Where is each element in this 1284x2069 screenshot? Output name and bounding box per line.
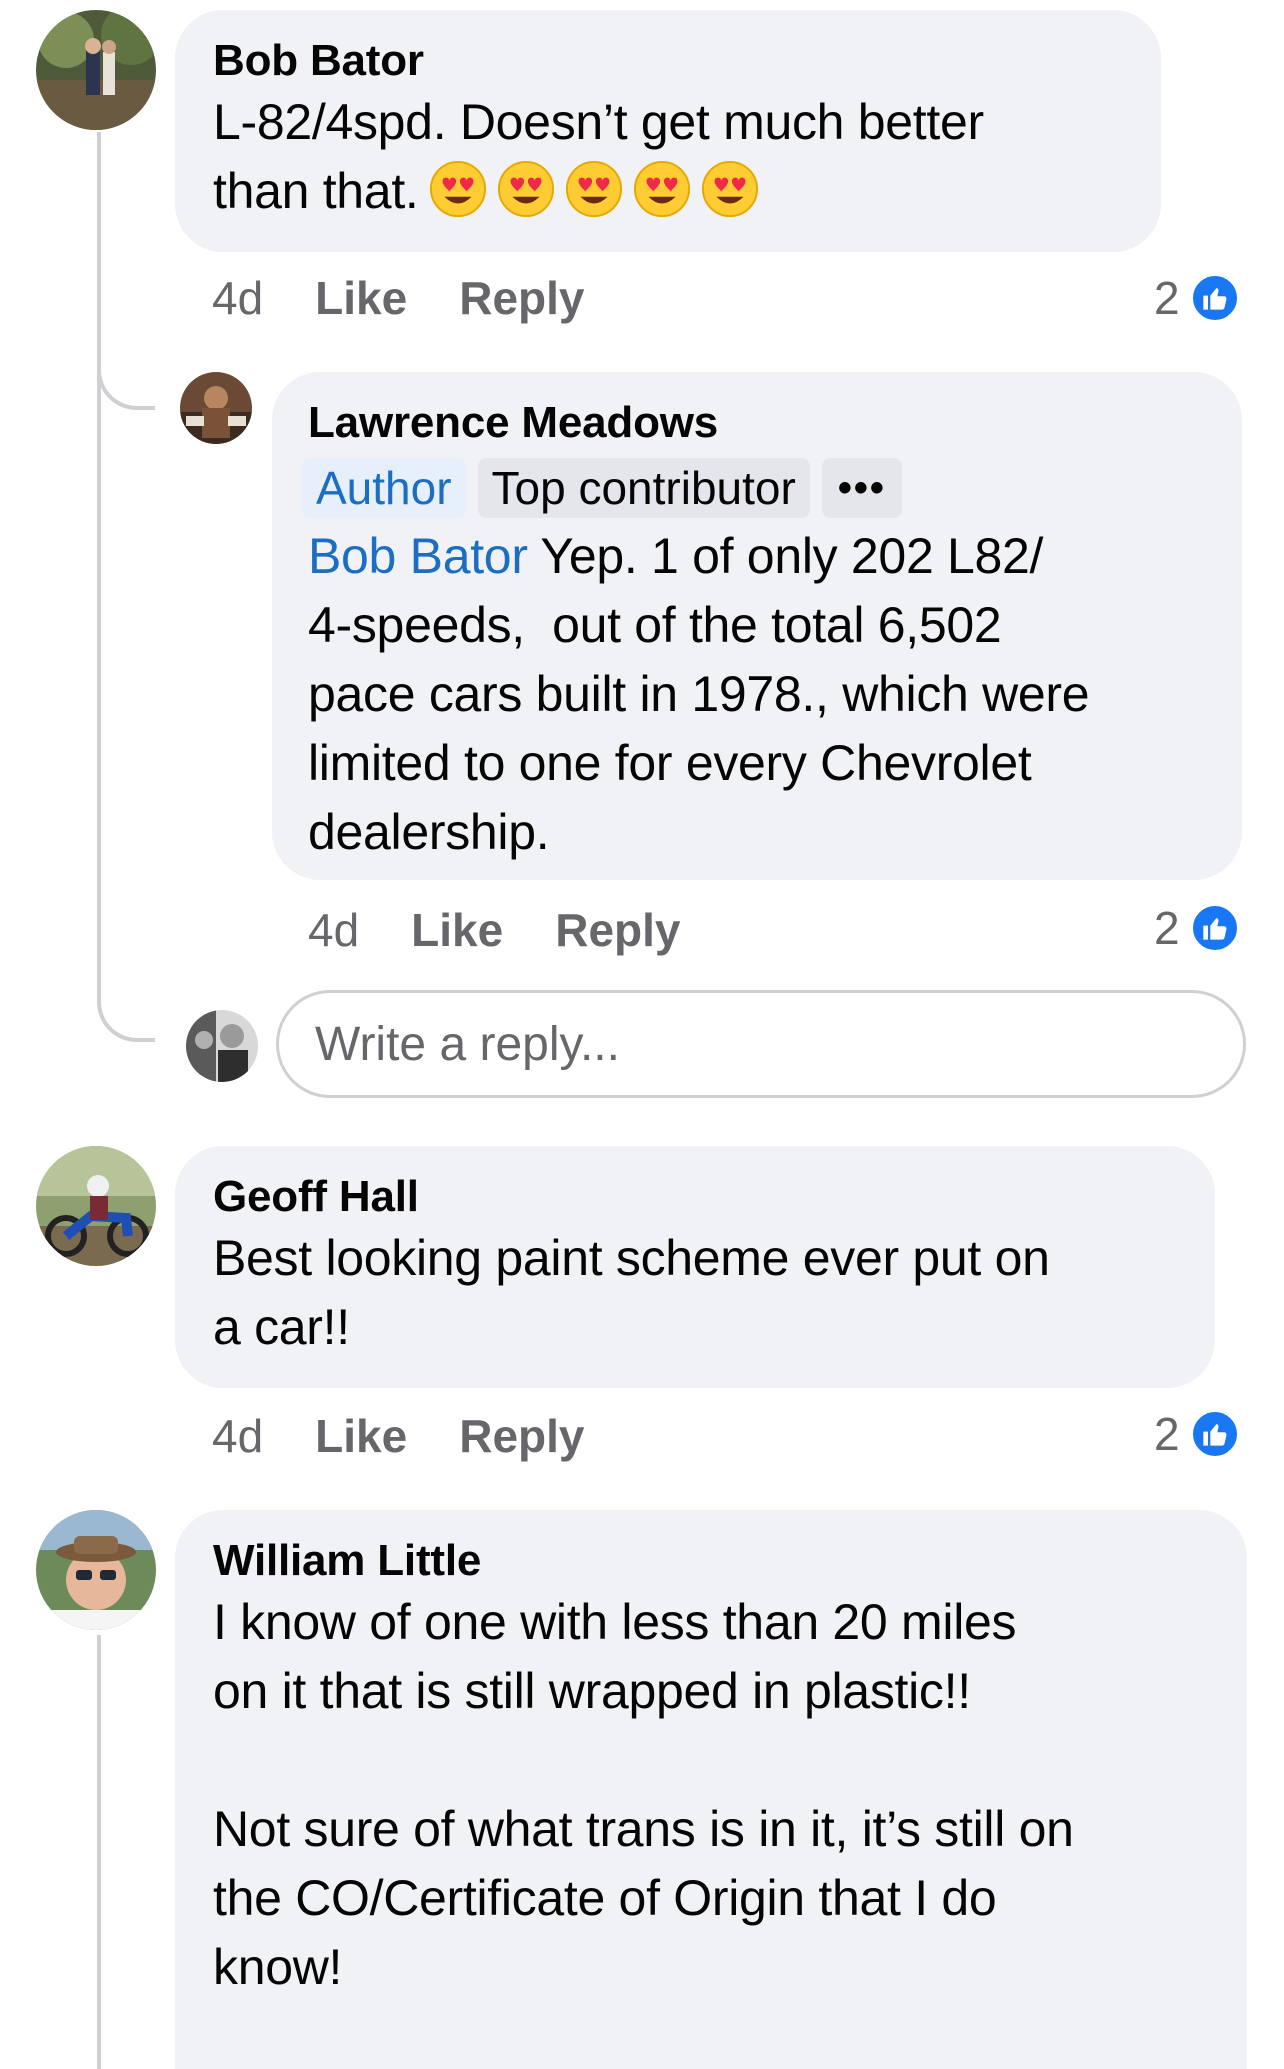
author-badge: Author: [302, 458, 466, 518]
comment-text: I know of one with less than 20 miles on…: [213, 1594, 1074, 1995]
write-reply-placeholder: Write a reply...: [315, 1017, 620, 1071]
comment-timestamp[interactable]: 4d: [308, 903, 359, 957]
reaction-count[interactable]: 2: [1154, 1404, 1240, 1464]
thumbs-up-icon: [1189, 1409, 1240, 1459]
write-reply-input[interactable]: Write a reply...: [276, 990, 1246, 1098]
heart-eyes-emoji: [701, 160, 758, 218]
comment-text: L-82/4spd. Doesn’t get much better than …: [213, 94, 984, 219]
top-contributor-badge[interactable]: Top contributor: [477, 458, 810, 518]
reaction-count-number: 2: [1154, 902, 1180, 954]
heart-eyes-emoji: [633, 160, 690, 218]
author-badges: Author Top contributor •••: [302, 458, 1206, 518]
reaction-count-number: 2: [1154, 1408, 1180, 1460]
comment-author-name[interactable]: Lawrence Meadows: [308, 396, 1206, 450]
reaction-count[interactable]: 2: [1154, 898, 1240, 958]
heart-eyes-emoji: [497, 160, 554, 218]
current-user-avatar: [186, 1010, 258, 1082]
more-options-button[interactable]: •••: [821, 458, 902, 518]
heart-eyes-emoji: [565, 160, 622, 218]
comment-actions: 4d Like Reply: [308, 900, 732, 960]
like-button[interactable]: Like: [315, 1409, 407, 1463]
comments-thread: Bob Bator L-82/4spd. Doesn’t get much be…: [0, 0, 1284, 2069]
reply-bubble: Lawrence Meadows Author Top contributor …: [272, 372, 1242, 880]
comment-author-name[interactable]: Geoff Hall: [213, 1170, 1177, 1224]
comment-timestamp[interactable]: 4d: [212, 1409, 263, 1463]
comment-author-name[interactable]: Bob Bator: [213, 34, 1123, 88]
comment-text: Best looking paint scheme ever put on a …: [213, 1230, 1050, 1355]
comment-text: Bob Bator Yep. 1 of only 202 L82/ 4-spee…: [308, 528, 1090, 860]
reply-button[interactable]: Reply: [459, 1409, 584, 1463]
comment-actions: 4d Like Reply: [212, 268, 636, 328]
comment-bubble: Bob Bator L-82/4spd. Doesn’t get much be…: [175, 10, 1161, 252]
avatar[interactable]: [36, 1510, 156, 1630]
reply-button[interactable]: Reply: [555, 903, 680, 957]
reply-button[interactable]: Reply: [459, 271, 584, 325]
comment-timestamp[interactable]: 4d: [212, 271, 263, 325]
avatar[interactable]: [36, 10, 156, 130]
like-button[interactable]: Like: [315, 271, 407, 325]
thumbs-up-icon: [1189, 903, 1240, 953]
heart-eyes-emoji: [429, 160, 486, 218]
thread-connector: [97, 1635, 101, 2069]
reaction-count[interactable]: 2: [1154, 268, 1240, 328]
comment-bubble: Geoff Hall Best looking paint scheme eve…: [175, 1146, 1215, 1388]
reaction-count-number: 2: [1154, 272, 1180, 324]
avatar[interactable]: [36, 1146, 156, 1266]
comment-author-name[interactable]: William Little: [213, 1534, 1209, 1588]
like-button[interactable]: Like: [411, 903, 503, 957]
comment-bubble: William Little I know of one with less t…: [175, 1510, 1247, 2069]
thumbs-up-icon: [1189, 273, 1240, 323]
comment-actions: 4d Like Reply: [212, 1406, 636, 1466]
thread-connector-curve: [97, 392, 155, 1042]
avatar[interactable]: [180, 372, 252, 444]
mention-link[interactable]: Bob Bator: [308, 528, 528, 584]
